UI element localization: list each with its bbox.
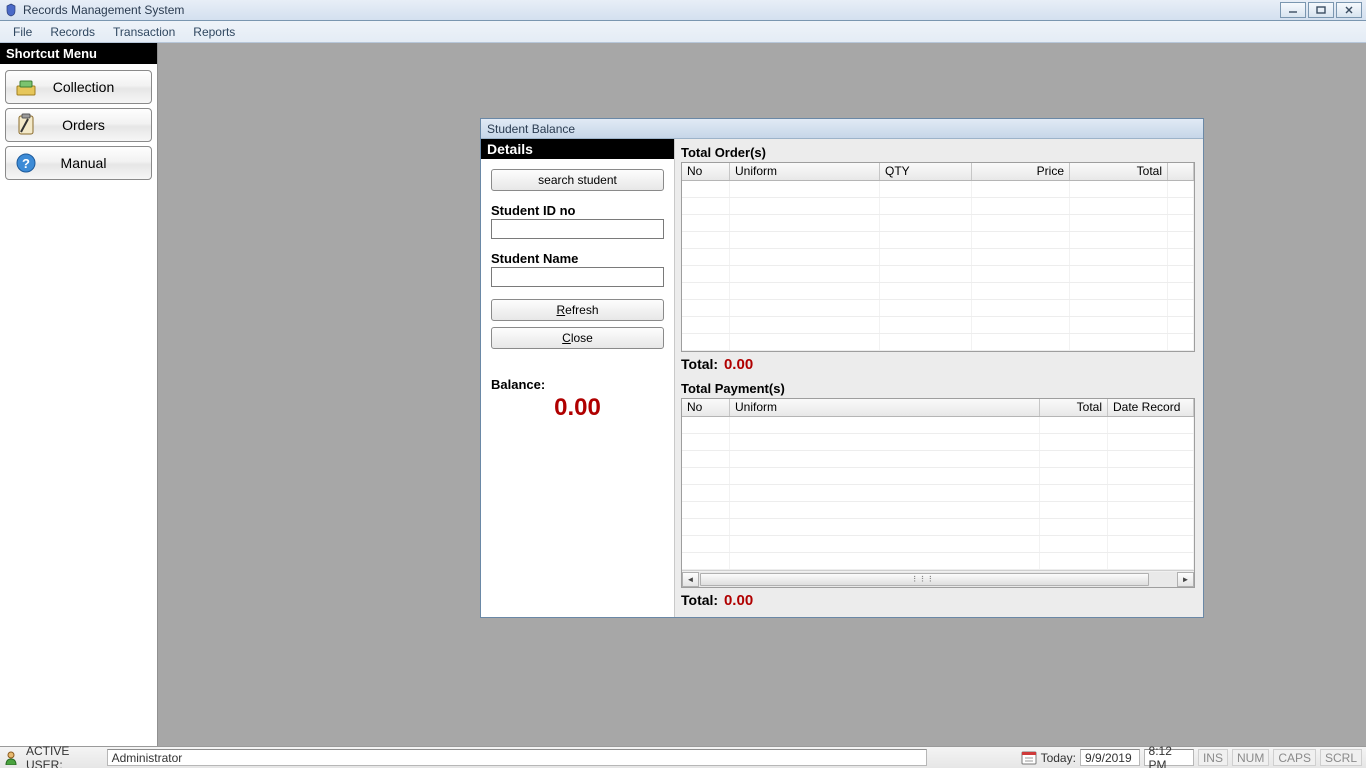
payments-title: Total Payment(s) xyxy=(681,381,1195,396)
student-name-label: Student Name xyxy=(491,251,664,266)
menu-reports[interactable]: Reports xyxy=(184,23,244,41)
col-uniform[interactable]: Uniform xyxy=(730,163,880,180)
scroll-right-icon[interactable]: ► xyxy=(1177,572,1194,587)
balance-value: 0.00 xyxy=(491,394,664,422)
col-no[interactable]: No xyxy=(682,399,730,416)
status-ins: INS xyxy=(1198,749,1228,766)
manual-icon: ? xyxy=(6,151,46,175)
close-child-button[interactable]: Close xyxy=(491,327,664,349)
calendar-icon xyxy=(1021,750,1037,766)
menu-records[interactable]: Records xyxy=(41,23,104,41)
close-button[interactable] xyxy=(1336,2,1362,18)
student-id-input[interactable] xyxy=(491,219,664,239)
sidebar-item-collection[interactable]: Collection xyxy=(5,70,152,104)
sidebar-item-label: Manual xyxy=(46,155,151,171)
child-window-title: Student Balance xyxy=(481,119,1203,139)
col-price[interactable]: Price xyxy=(972,163,1070,180)
menu-file[interactable]: File xyxy=(4,23,41,41)
col-total[interactable]: Total xyxy=(1070,163,1168,180)
orders-title: Total Order(s) xyxy=(681,145,1195,160)
sidebar-item-label: Orders xyxy=(46,117,151,133)
details-panel: Details search student Student ID no Stu… xyxy=(481,139,675,617)
app-title: Records Management System xyxy=(23,3,184,17)
orders-icon xyxy=(6,113,46,137)
sidebar-item-manual[interactable]: ? Manual xyxy=(5,146,152,180)
maximize-button[interactable] xyxy=(1308,2,1334,18)
active-user-label: ACTIVE USER: xyxy=(26,744,103,768)
student-name-input[interactable] xyxy=(491,267,664,287)
orders-total: Total: 0.00 xyxy=(681,356,1195,373)
status-num: NUM xyxy=(1232,749,1269,766)
user-icon xyxy=(4,751,18,765)
menubar: File Records Transaction Reports xyxy=(0,21,1366,43)
col-date[interactable]: Date Record xyxy=(1108,399,1194,416)
sidebar: Shortcut Menu Collection Orders ? xyxy=(0,43,158,746)
status-date: 9/9/2019 xyxy=(1080,749,1140,766)
mdi-canvas: Student Balance Details search student S… xyxy=(158,43,1366,746)
app-icon xyxy=(4,3,18,17)
student-id-label: Student ID no xyxy=(491,203,664,218)
col-total[interactable]: Total xyxy=(1040,399,1108,416)
search-student-button[interactable]: search student xyxy=(491,169,664,191)
minimize-button[interactable] xyxy=(1280,2,1306,18)
scroll-left-icon[interactable]: ◄ xyxy=(682,572,699,587)
sidebar-header: Shortcut Menu xyxy=(0,43,157,64)
details-header: Details xyxy=(481,139,674,159)
payments-total: Total: 0.00 xyxy=(681,592,1195,609)
payments-h-scrollbar[interactable]: ◄ ⠇⠇⠇ ► xyxy=(682,570,1194,587)
col-qty[interactable]: QTY xyxy=(880,163,972,180)
collection-icon xyxy=(6,76,46,98)
status-caps: CAPS xyxy=(1273,749,1316,766)
col-uniform[interactable]: Uniform xyxy=(730,399,1040,416)
sidebar-item-orders[interactable]: Orders xyxy=(5,108,152,142)
scroll-thumb[interactable]: ⠇⠇⠇ xyxy=(700,573,1149,586)
col-no[interactable]: No xyxy=(682,163,730,180)
today-label: Today: xyxy=(1041,751,1076,765)
active-user-value: Administrator xyxy=(107,749,927,766)
menu-transaction[interactable]: Transaction xyxy=(104,23,184,41)
payments-grid[interactable]: No Uniform Total Date Record xyxy=(681,398,1195,588)
sidebar-item-label: Collection xyxy=(46,79,151,95)
refresh-button[interactable]: Refresh xyxy=(491,299,664,321)
status-bar: ACTIVE USER: Administrator Today: 9/9/20… xyxy=(0,746,1366,768)
status-time: 8:12 PM xyxy=(1144,749,1194,766)
balance-label: Balance: xyxy=(491,377,664,392)
titlebar: Records Management System xyxy=(0,0,1366,21)
svg-text:?: ? xyxy=(22,156,30,171)
status-scrl: SCRL xyxy=(1320,749,1362,766)
orders-grid[interactable]: No Uniform QTY Price Total xyxy=(681,162,1195,352)
child-window-student-balance: Student Balance Details search student S… xyxy=(480,118,1204,618)
